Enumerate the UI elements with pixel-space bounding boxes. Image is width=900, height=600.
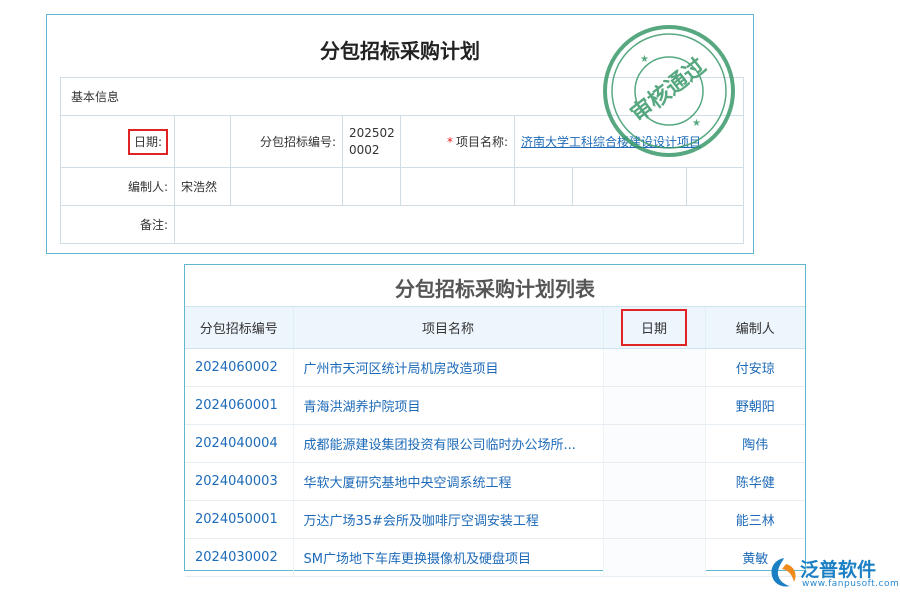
- row-project-name[interactable]: SM广场地下车库更换摄像机及硬盘项目: [292, 538, 603, 577]
- table-row[interactable]: 2024060002 广州市天河区统计局机房改造项目 付安琼: [185, 348, 805, 387]
- row-date: [602, 538, 705, 577]
- required-star-icon: *: [446, 135, 453, 149]
- plan-list-panel: 分包招标采购计划列表 分包招标编号 项目名称 日期 编制人 2024060002…: [184, 264, 806, 577]
- row-code[interactable]: 2024040004: [185, 424, 293, 463]
- project-label-cell: * 项目名称:: [400, 115, 515, 168]
- row-code[interactable]: 2024040003: [185, 462, 293, 501]
- row-project-name[interactable]: 青海洪湖养护院项目: [292, 386, 603, 425]
- remark-field[interactable]: [173, 205, 745, 244]
- table-row[interactable]: 2024040004 成都能源建设集团投资有限公司临时办公场所... 陶伟: [185, 424, 805, 463]
- row-creator: 付安琼: [704, 348, 805, 387]
- fanpu-logo-icon: [771, 558, 796, 587]
- plan-list-table: 分包招标编号 项目名称 日期 编制人 2024060002 广州市天河区统计局机…: [185, 306, 805, 577]
- creator-value: 宋浩然: [174, 167, 231, 206]
- fanpu-logo: 泛普软件 www.fanpusoft.com: [768, 552, 899, 596]
- row-project-name[interactable]: 万达广场35#会所及咖啡厅空调安装工程: [292, 500, 603, 539]
- row-code[interactable]: 2024060001: [185, 386, 293, 425]
- code-value-line1: 202502: [349, 125, 395, 140]
- table-row[interactable]: 2024050001 万达广场35#会所及咖啡厅空调安装工程 能三林: [185, 500, 805, 539]
- row-date: [602, 424, 705, 463]
- row-date: [602, 386, 705, 425]
- row-project-name[interactable]: 成都能源建设集团投资有限公司临时办公场所...: [292, 424, 603, 463]
- table-row[interactable]: 2024030002 SM广场地下车库更换摄像机及硬盘项目 黄敏: [185, 538, 805, 577]
- code-value: 202502 0002: [342, 115, 401, 168]
- logo-name: 泛普软件: [800, 559, 877, 581]
- empty-cell: [572, 167, 687, 206]
- row-code[interactable]: 2024050001: [185, 500, 293, 539]
- row-code[interactable]: 2024030002: [185, 538, 293, 577]
- col-header-date-label: 日期: [620, 309, 687, 346]
- empty-cell: [400, 167, 515, 206]
- empty-cell: [230, 167, 343, 206]
- col-header-name[interactable]: 项目名称: [292, 306, 603, 349]
- project-label: 项目名称:: [455, 135, 508, 149]
- col-header-date[interactable]: 日期: [602, 306, 705, 349]
- logo-url: www.fanpusoft.com: [802, 579, 900, 589]
- table-row[interactable]: 2024060001 青海洪湖养护院项目 野朝阳: [185, 386, 805, 425]
- empty-cell: [342, 167, 401, 206]
- list-title: 分包招标采购计划列表: [395, 277, 595, 301]
- row-project-name[interactable]: 广州市天河区统计局机房改造项目: [292, 348, 603, 387]
- empty-cell: [685, 167, 745, 206]
- date-label-cell: 日期:: [60, 115, 175, 168]
- row-creator: 能三林: [704, 500, 805, 539]
- table-row[interactable]: 2024040003 华软大厦研究基地中央空调系统工程 陈华健: [185, 462, 805, 501]
- row-date: [602, 500, 705, 539]
- empty-cell: [514, 167, 573, 206]
- approved-stamp-icon: 审核通过 ★ ★: [603, 25, 735, 157]
- row-creator: 陶伟: [704, 424, 805, 463]
- stamp-text: 审核通过: [626, 53, 711, 128]
- col-header-code[interactable]: 分包招标编号: [185, 306, 293, 349]
- remark-label: 备注:: [60, 205, 175, 244]
- row-date: [602, 462, 705, 501]
- svg-text:★: ★: [640, 54, 649, 65]
- row-project-name[interactable]: 华软大厦研究基地中央空调系统工程: [292, 462, 603, 501]
- code-value-line2: 0002: [349, 142, 380, 157]
- row-date: [602, 348, 705, 387]
- date-label: 日期:: [127, 128, 168, 155]
- code-label: 分包招标编号:: [230, 115, 343, 168]
- row-creator: 陈华健: [704, 462, 805, 501]
- svg-text:★: ★: [692, 118, 701, 129]
- creator-label: 编制人:: [60, 167, 175, 206]
- col-header-creator[interactable]: 编制人: [704, 306, 805, 349]
- date-field[interactable]: [174, 115, 231, 168]
- row-code[interactable]: 2024060002: [185, 348, 293, 387]
- row-creator: 野朝阳: [704, 386, 805, 425]
